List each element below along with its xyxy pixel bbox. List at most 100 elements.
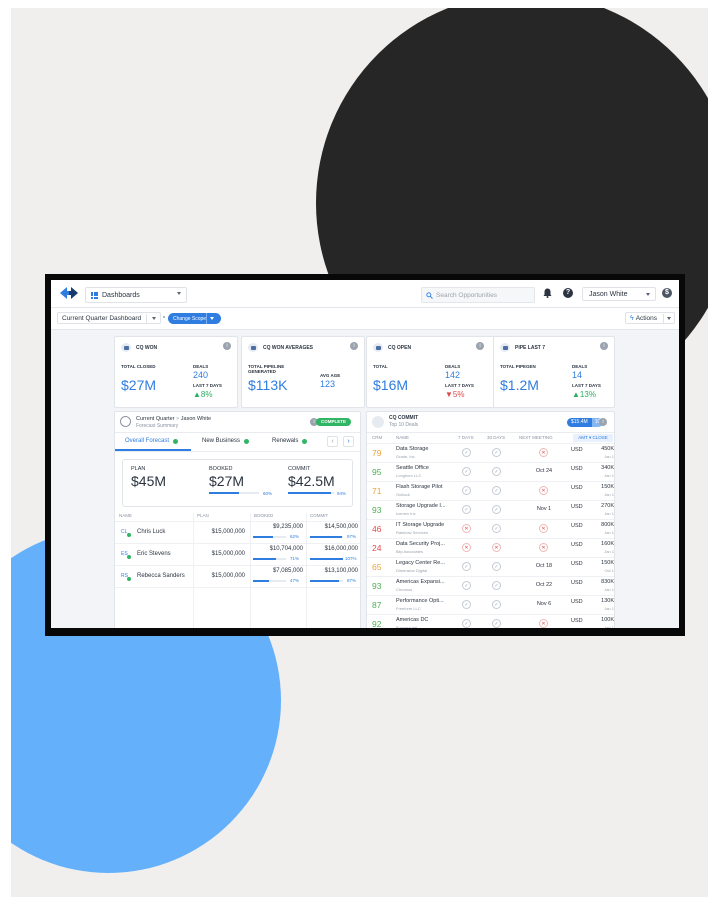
table-row[interactable]: 71 Flash Storage Pilot Outlook ✓ ✓ ✕ USD 150K Ja…: [367, 481, 614, 501]
opportunity-name[interactable]: Performance Opti...: [396, 598, 444, 604]
deal-amount: 270K: [601, 503, 614, 509]
deal-amount: 160K: [601, 541, 614, 547]
actions-button[interactable]: ϟ Actions: [625, 312, 675, 324]
table-row[interactable]: 93 Americas Expansi... Chromos ✓ ✓ Oct 22 USD 8…: [367, 576, 614, 596]
activity-30-days-icon: ✓: [492, 524, 501, 533]
table-row[interactable]: 24 Data Security Proj... Blip Associates ✕ ✕…: [367, 538, 614, 558]
check-dot-icon: [302, 438, 308, 444]
notifications-bell-icon[interactable]: [543, 288, 552, 298]
table-row[interactable]: 46 IT Storage Upgrade Rainbow Services ✕ ✓ ✕ U…: [367, 519, 614, 539]
opportunity-name[interactable]: Data Storage: [396, 446, 428, 452]
opportunity-name[interactable]: Americas DC: [396, 617, 428, 623]
table-row[interactable]: RS Rebecca Sanders $15,000,000 $7,085,00…: [115, 565, 360, 588]
activity-30-days-icon: ✓: [492, 562, 501, 571]
currency-code: USD: [571, 466, 583, 472]
commit-progress-fill: [288, 492, 332, 494]
currency-code: USD: [571, 618, 583, 624]
table-row[interactable]: 65 Legacy Center Re... Dimension Digital ✓ ✓…: [367, 557, 614, 577]
next-meeting-date: Oct 18: [535, 563, 553, 569]
opportunity-name[interactable]: Seattle Office: [396, 465, 429, 471]
up-arrow-icon: ▲: [193, 390, 201, 399]
tab-new-business[interactable]: New Business: [202, 438, 250, 444]
currency-code: USD: [571, 561, 583, 567]
column-header-commit[interactable]: COMMIT: [310, 513, 328, 518]
info-icon[interactable]: i: [600, 342, 608, 350]
chevron-down-icon[interactable]: [210, 317, 214, 320]
total-pipegen-label: TOTAL PIPEGEN: [500, 364, 536, 369]
booked-value: $27M: [209, 473, 245, 489]
table-row[interactable]: 95 Seattle Office Longhorn LLC ✓ ✓ Oct 24 USD 3…: [367, 462, 614, 482]
column-header-name[interactable]: NAME: [396, 435, 409, 440]
commit-total: $15.4M: [567, 418, 592, 427]
commit-summary: COMMIT $42.5M: [288, 466, 335, 489]
kpi-card-pipe-last-7[interactable]: PIPE LAST 7 i TOTAL PIPEGEN $1.2M DEALS …: [493, 336, 615, 408]
previous-page-button[interactable]: ‹: [327, 436, 338, 447]
table-row[interactable]: 79 Data Storage Grade, Inc. ✓ ✓ ✕ USD 450K Jan 1: [367, 443, 614, 463]
card-title: CQ WON: [136, 344, 158, 351]
opportunity-name[interactable]: Americas Expansi...: [396, 579, 445, 585]
column-header-crm[interactable]: CRM: [372, 435, 382, 440]
booked-progress-fill: [209, 492, 239, 494]
next-page-button[interactable]: ›: [343, 436, 354, 447]
help-icon[interactable]: ?: [563, 288, 573, 298]
booked-value: $7,085,000: [272, 568, 303, 574]
flag-icon: [121, 343, 131, 352]
column-header-30-days[interactable]: 30 DAYS: [487, 435, 505, 440]
opportunity-name[interactable]: Legacy Center Re...: [396, 560, 445, 566]
currency-icon[interactable]: $: [662, 288, 672, 298]
search-opportunities-input[interactable]: Search Opportunities: [421, 287, 535, 303]
opportunity-name[interactable]: Flash Storage Pilot: [396, 484, 442, 490]
deal-amount: 800K: [601, 522, 614, 528]
card-title: CQ WON AVERAGES: [263, 344, 314, 351]
info-icon[interactable]: i: [599, 418, 607, 426]
close-date: Jan 1: [604, 473, 614, 478]
table-row[interactable]: 87 Performance Opti... Freeform LLC ✓ ✓ Nov 6…: [367, 595, 614, 615]
column-header-booked[interactable]: BOOKED: [254, 513, 273, 518]
kpi-card-cq-won-averages[interactable]: CQ WON AVERAGES i TOTAL PIPELINE GENERAT…: [241, 336, 365, 408]
commit-title: CQ COMMIT: [389, 415, 419, 421]
activity-7-days-icon: ✓: [462, 505, 471, 514]
commit-subtitle: Top 10 Deals: [389, 422, 419, 428]
close-date: Jan 1: [604, 625, 614, 628]
flag-icon: [373, 343, 383, 352]
kpi-card-cq-won[interactable]: CQ WON i TOTAL CLOSED $27M DEALS 240 LAS…: [114, 336, 238, 408]
column-header-7-days[interactable]: 7 DAYS: [458, 435, 474, 440]
column-header-name[interactable]: NAME: [119, 513, 132, 518]
opportunity-name[interactable]: IT Storage Upgrade: [396, 522, 444, 528]
column-header-plan[interactable]: PLAN: [197, 513, 209, 518]
change-scope-button[interactable]: Change Scope: [168, 313, 221, 324]
column-header-amount[interactable]: AMT ▾ CLOSE: [573, 434, 613, 442]
table-row[interactable]: ES Eric Stevens $15,000,000 $10,704,000 …: [115, 543, 360, 566]
info-icon[interactable]: i: [223, 342, 231, 350]
forecast-subtitle: Forecast Summary: [136, 423, 179, 429]
forecast-scope[interactable]: Current Quarter: [136, 416, 175, 422]
change-text: 5%: [452, 390, 465, 399]
forecast-owner[interactable]: Jason White: [181, 416, 211, 422]
info-icon[interactable]: i: [476, 342, 484, 350]
commit-value: $14,500,000: [324, 524, 358, 530]
booked-progress-bar: [253, 580, 286, 582]
table-row[interactable]: 92 Americas DC Buoyant Intl ✓ ✓ ✕ USD 100K Jan 1: [367, 614, 614, 628]
commit-total-pill: $15.4M 10: [567, 418, 604, 427]
close-date: Jan 1: [604, 511, 614, 516]
activity-30-days-icon: ✓: [492, 581, 501, 590]
tab-renewals[interactable]: Renewals: [272, 438, 308, 444]
company-name: Rainbow Services: [396, 530, 429, 535]
commit-value: $42.5M: [288, 473, 335, 489]
dashboards-menu-button[interactable]: Dashboards: [85, 287, 187, 303]
user-menu-button[interactable]: Jason White: [582, 287, 656, 301]
commit-value: $16,000,000: [324, 546, 358, 552]
table-row[interactable]: CL Chris Luck $15,000,000 $9,235,000 62%…: [115, 521, 360, 544]
company-name: Blip Associates: [396, 549, 423, 554]
dashboard-select[interactable]: Current Quarter Dashboard: [57, 312, 161, 324]
app-logo-icon[interactable]: [60, 287, 78, 299]
opportunity-name[interactable]: Data Security Proj...: [396, 541, 445, 547]
activity-7-days-icon: ✓: [462, 581, 471, 590]
column-header-next-meeting[interactable]: NEXT MEETING: [519, 435, 553, 440]
info-icon[interactable]: i: [350, 342, 358, 350]
opportunity-name[interactable]: Storage Upgrade I...: [396, 503, 446, 509]
table-row[interactable]: 93 Storage Upgrade I... Icemen Inc ✓ ✓ Nov 1 U…: [367, 500, 614, 520]
tab-overall-forecast[interactable]: Overall Forecast: [125, 438, 179, 444]
activity-7-days-icon: ✓: [462, 486, 471, 495]
chevron-down-icon: [646, 293, 650, 296]
